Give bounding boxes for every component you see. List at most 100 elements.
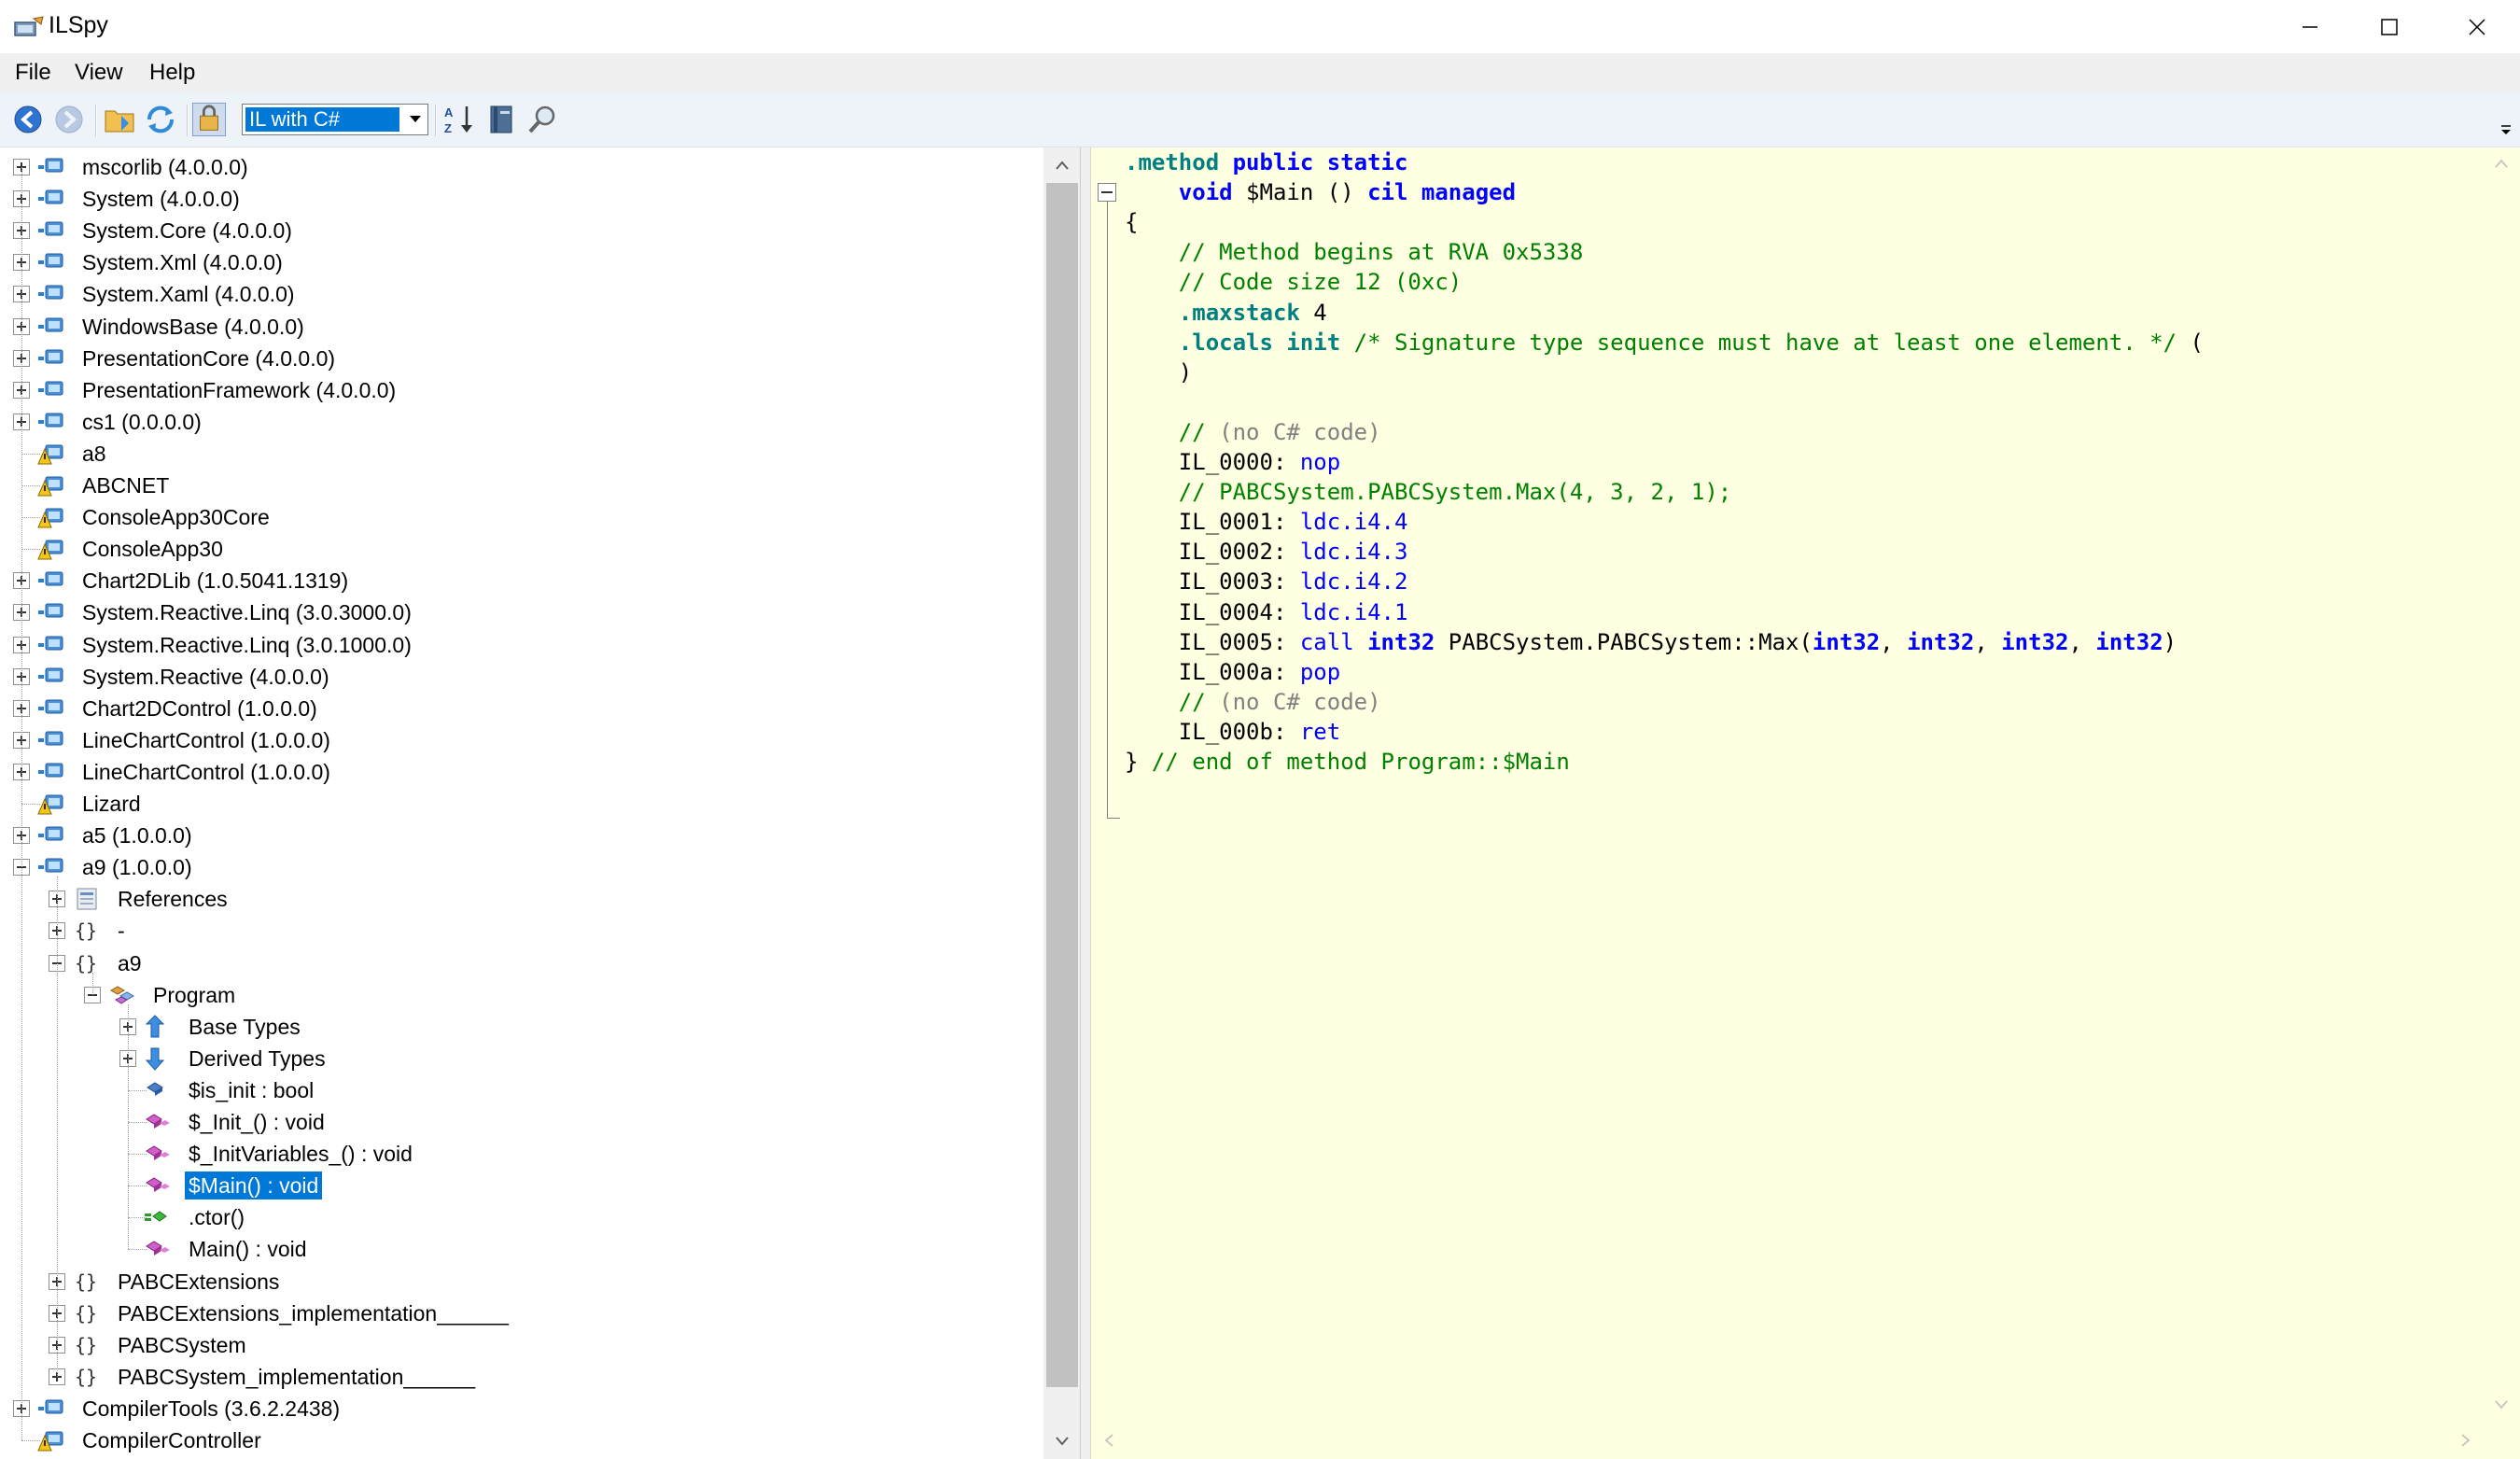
tree-node[interactable]: System.Reactive (4.0.0.0) [0,661,1043,693]
tree-node[interactable]: Base Types [0,1011,1043,1043]
tree-node[interactable]: System.Xaml (4.0.0.0) [0,278,1043,310]
back-icon[interactable] [11,103,45,136]
tree-node[interactable]: Lizard [0,788,1043,820]
tree-node[interactable]: System.Xml (4.0.0.0) [0,246,1043,278]
tree-node-label[interactable]: System.Core (4.0.0.0) [78,217,296,245]
tree-node[interactable]: $Main() : void [0,1170,1043,1201]
tree-node-label[interactable]: a9 (1.0.0.0) [78,853,196,881]
scroll-up-arrow-icon[interactable] [1043,147,1080,183]
tree-node[interactable]: ConsoleApp30Core [0,501,1043,533]
tree-node[interactable]: LineChartControl (1.0.0.0) [0,756,1043,788]
tree-node[interactable]: {} PABCExtensions [0,1266,1043,1298]
tree-node[interactable]: CompilerController [0,1424,1043,1456]
tree-node[interactable]: System (4.0.0.0) [0,183,1043,215]
tree-node[interactable]: CompilerTools (3.6.2.2438) [0,1393,1043,1424]
pane-splitter[interactable] [1081,147,1090,1459]
tree-node-label[interactable]: Main() : void [185,1235,311,1263]
sort-icon[interactable]: A Z [442,103,476,136]
scroll-down-arrow-icon[interactable] [1043,1424,1080,1459]
scroll-left-arrow-icon[interactable] [1104,1434,1113,1447]
tree-node-label[interactable]: Lizard [78,790,145,818]
tree-node-label[interactable]: System.Reactive.Linq (3.0.1000.0) [78,631,415,659]
assembly-tree[interactable]: mscorlib (4.0.0.0) System (4.0.0.0) System… [0,147,1043,1459]
fold-toggle-icon[interactable] [1098,183,1116,202]
maximize-button[interactable] [2345,0,2432,54]
tree-node[interactable]: PresentationCore (4.0.0.0) [0,343,1043,374]
tree-node-label[interactable]: PABCExtensions_implementation______ [114,1299,512,1327]
tree-vertical-scrollbar[interactable] [1043,147,1080,1459]
tree-node[interactable]: LineChartControl (1.0.0.0) [0,724,1043,756]
tree-node-label[interactable]: PABCSystem_implementation______ [114,1363,479,1391]
tree-node-label[interactable]: cs1 (0.0.0.0) [78,408,205,436]
show-internal-icon[interactable] [192,103,226,136]
tree-node[interactable]: Program [0,979,1043,1011]
minimize-button[interactable] [2266,0,2353,54]
code-editor[interactable]: .method public static void $Main () cil … [1091,147,2482,1422]
tree-node-label[interactable]: a9 [114,949,146,977]
tree-node-label[interactable]: PABCExtensions [114,1268,283,1296]
open-icon[interactable] [103,103,136,136]
tree-node-label[interactable]: System.Reactive.Linq (3.0.3000.0) [78,598,415,626]
tree-node-label[interactable]: $_Init_() : void [185,1108,329,1136]
tree-node-label[interactable]: - [114,917,129,945]
tree-node-label[interactable]: $is_init : bool [185,1076,317,1104]
tree-node-label[interactable]: mscorlib (4.0.0.0) [78,153,252,181]
forward-icon[interactable] [52,103,86,136]
tree-node[interactable]: System.Reactive.Linq (3.0.1000.0) [0,629,1043,661]
tree-node-label[interactable]: $_InitVariables_() : void [185,1140,416,1168]
tree-node[interactable]: ABCNET [0,470,1043,501]
tree-node-label[interactable]: Chart2DLib (1.0.5041.1319) [78,567,352,595]
chevron-down-icon[interactable] [403,105,427,134]
tree-node[interactable]: {} a9 [0,947,1043,979]
tree-node-label[interactable]: a5 (1.0.0.0) [78,821,196,849]
tree-node-label[interactable]: CompilerController [78,1426,265,1454]
scroll-up-arrow-icon[interactable] [2495,159,2508,168]
tree-node-label[interactable]: ABCNET [78,471,173,499]
tree-node[interactable]: $_InitVariables_() : void [0,1138,1043,1170]
tree-node-label[interactable]: .ctor() [185,1203,248,1231]
tree-node-label[interactable]: WindowsBase (4.0.0.0) [78,313,308,341]
tree-node[interactable]: {} PABCSystem_implementation______ [0,1361,1043,1393]
tree-node[interactable]: Main() : void [0,1233,1043,1265]
toolbar-overflow-icon[interactable] [2499,123,2513,136]
tree-node-label[interactable]: References [114,885,231,913]
tree-node-label[interactable]: Base Types [185,1013,304,1041]
tree-node[interactable]: System.Reactive.Linq (3.0.3000.0) [0,596,1043,628]
tree-node-label[interactable]: LineChartControl (1.0.0.0) [78,758,334,786]
tree-node-label[interactable]: System.Reactive (4.0.0.0) [78,663,333,691]
tree-node-label[interactable]: a8 [78,440,110,468]
tree-node-label[interactable]: PresentationCore (4.0.0.0) [78,344,339,372]
tree-node-label[interactable]: $Main() : void [185,1171,323,1200]
tree-node-label[interactable]: System.Xaml (4.0.0.0) [78,280,299,308]
tree-node[interactable]: a8 [0,438,1043,470]
menu-help[interactable]: Help [146,58,199,88]
search-icon[interactable] [526,103,560,136]
tree-node[interactable]: {} - [0,915,1043,947]
menu-view[interactable]: View [71,58,127,88]
tree-node[interactable]: mscorlib (4.0.0.0) [0,151,1043,183]
tree-node[interactable]: PresentationFramework (4.0.0.0) [0,374,1043,406]
scroll-right-arrow-icon[interactable] [2461,1434,2471,1447]
tree-node-label[interactable]: System (4.0.0.0) [78,185,244,213]
tree-node[interactable]: cs1 (0.0.0.0) [0,406,1043,438]
tree-node[interactable]: $is_init : bool [0,1074,1043,1106]
tree-node[interactable]: References [0,883,1043,915]
tree-node-label[interactable]: PABCSystem [114,1331,250,1359]
tree-node[interactable]: System.Core (4.0.0.0) [0,215,1043,246]
code-vertical-scrollbar[interactable] [2482,147,2520,1422]
tree-node[interactable]: .ctor() [0,1201,1043,1233]
tree-node[interactable]: Chart2DLib (1.0.5041.1319) [0,565,1043,596]
scroll-down-arrow-icon[interactable] [2495,1400,2508,1410]
close-button[interactable] [2433,0,2520,54]
tree-node[interactable]: $_Init_() : void [0,1106,1043,1138]
tree-scrollbar-thumb[interactable] [1046,183,1078,1387]
tree-node[interactable]: ConsoleApp30 [0,533,1043,565]
tree-node-label[interactable]: System.Xml (4.0.0.0) [78,248,287,276]
tree-node-label[interactable]: CompilerTools (3.6.2.2438) [78,1395,343,1423]
code-horizontal-scrollbar[interactable] [1091,1422,2520,1459]
tree-node[interactable]: a9 (1.0.0.0) [0,851,1043,883]
tree-node-label[interactable]: Program [149,981,239,1009]
language-select[interactable]: IL with C# [242,104,428,135]
tree-node[interactable]: WindowsBase (4.0.0.0) [0,311,1043,343]
tree-node-label[interactable]: Derived Types [185,1045,329,1073]
